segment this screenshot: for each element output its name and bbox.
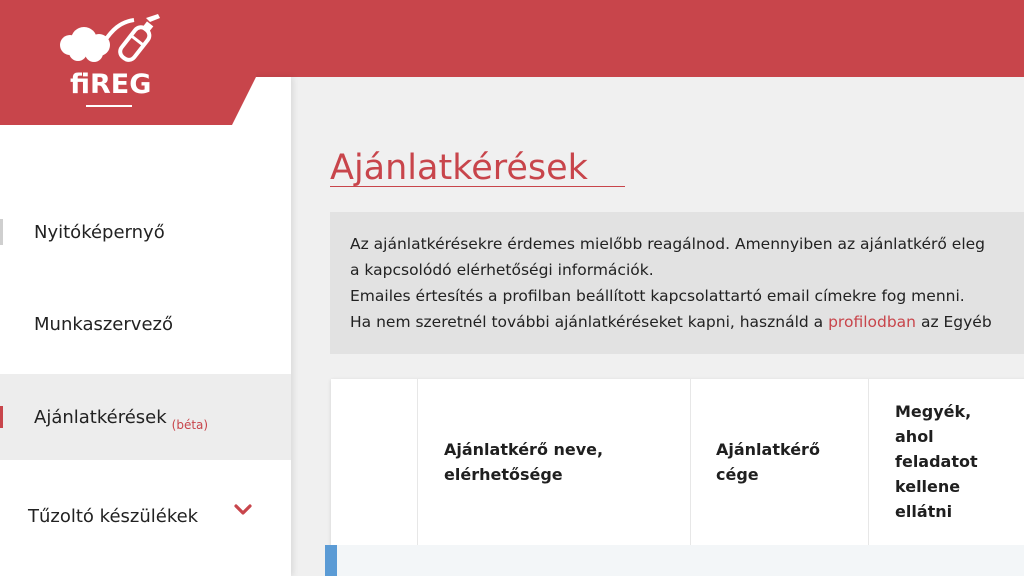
info-box: Az ajánlatkérésekre érdemes mielőbb reag… — [330, 212, 1024, 354]
sidebar-item-text: Ajánlatkérések — [34, 406, 167, 428]
header-line: Megyék, — [895, 402, 972, 421]
beta-badge: (béta) — [171, 417, 209, 432]
info-text: az Egyéb — [916, 313, 992, 331]
row-status-marker — [325, 545, 337, 576]
quote-requests-table: Ajánlatkérő neve, elérhetősége Ajánlatké… — [325, 379, 1024, 576]
page-title: Ajánlatkérések — [330, 148, 588, 188]
sidebar-item-label: Tűzoltó készülékek — [28, 505, 199, 527]
item-marker — [0, 219, 3, 245]
info-text-line: Emailes értesítés a profilban beállított… — [350, 287, 965, 305]
column-separator — [690, 379, 691, 545]
column-header-requester[interactable]: Ajánlatkérő neve, elérhetősége — [444, 437, 603, 487]
info-text: Ha nem szeretnél további ajánlatkéréseke… — [350, 313, 829, 331]
sidebar-item-quote-requests[interactable]: Ajánlatkérések (béta) — [0, 374, 291, 460]
sidebar-item-work-organizer[interactable]: Munkaszervező — [0, 281, 291, 367]
chevron-down-icon[interactable] — [234, 504, 252, 516]
brand-name: fiREG — [70, 69, 152, 100]
profile-link[interactable]: profilodban — [828, 313, 916, 331]
info-text-line: Ha nem szeretnél további ajánlatkéréseke… — [350, 313, 992, 331]
column-separator — [868, 379, 869, 545]
column-header-counties[interactable]: Megyék, ahol feladatot kellene ellátni — [895, 399, 978, 524]
active-marker — [0, 406, 3, 428]
table-row[interactable] — [331, 545, 1024, 576]
sidebar: Nyitóképernyő Munkaszervező Ajánlatkérés… — [0, 77, 291, 576]
header-line: kellene — [895, 477, 961, 496]
brand-underline — [86, 105, 132, 107]
logo-block[interactable]: fiREG — [0, 0, 256, 125]
fire-extinguisher-icon — [60, 14, 160, 62]
header-line: elérhetősége — [444, 465, 563, 484]
info-text-line: Az ajánlatkérésekre érdemes mielőbb reag… — [350, 235, 986, 253]
header-line: Ajánlatkérő neve, — [444, 440, 604, 459]
title-underline — [330, 186, 625, 187]
header-line: cége — [716, 465, 759, 484]
header-line: feladatot — [895, 452, 978, 471]
sidebar-item-label: Munkaszervező — [34, 313, 173, 335]
header-line: Ajánlatkérő — [716, 440, 820, 459]
column-header-company[interactable]: Ajánlatkérő cége — [716, 437, 820, 487]
header-line: ellátni — [895, 502, 953, 521]
sidebar-item-fire-extinguishers[interactable]: Tűzoltó készülékek — [0, 473, 291, 559]
sidebar-item-home[interactable]: Nyitóképernyő — [0, 189, 291, 275]
sidebar-item-label: Ajánlatkérések (béta) — [34, 406, 208, 432]
column-separator — [417, 379, 418, 545]
info-text-line: a kapcsolódó elérhetőségi információk. — [350, 261, 654, 279]
sidebar-item-label: Nyitóképernyő — [34, 221, 165, 243]
header-line: ahol — [895, 427, 934, 446]
